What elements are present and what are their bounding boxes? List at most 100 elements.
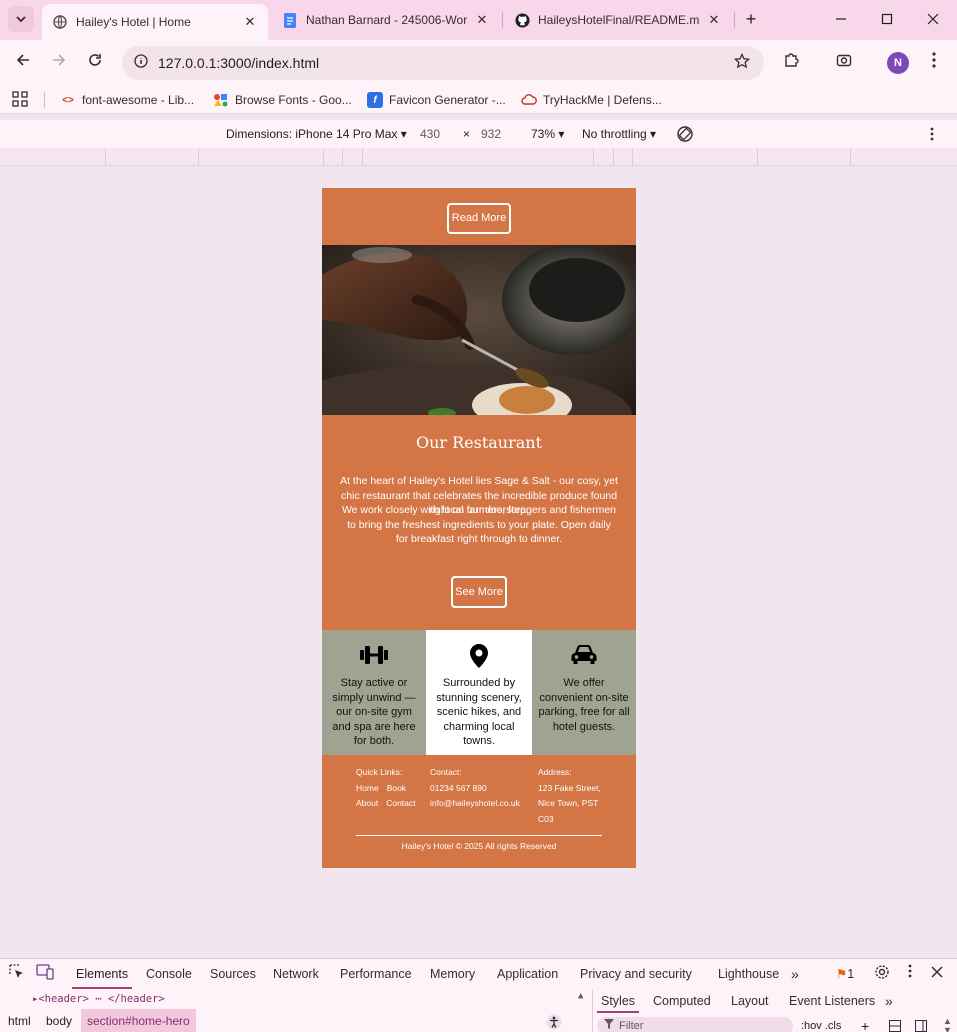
styles-tab-styles[interactable]: Styles: [596, 989, 640, 1013]
read-more-button[interactable]: Read More: [447, 203, 511, 234]
footer-link-about[interactable]: About: [356, 796, 378, 812]
inspect-element-icon[interactable]: [7, 964, 27, 984]
devtools-tab-network[interactable]: Network: [273, 959, 319, 989]
dom-node-header[interactable]: ▸<header> ⋯ </header>: [32, 989, 165, 1009]
throttle-select[interactable]: No throttling ▾: [582, 120, 656, 148]
close-window-button[interactable]: [921, 8, 945, 32]
forward-button[interactable]: [47, 51, 71, 75]
chevron-down-icon: [16, 16, 26, 23]
height-input[interactable]: 932: [481, 120, 501, 148]
tab-github[interactable]: HaileysHotelFinal/README.md ✕: [504, 4, 732, 36]
minimize-button[interactable]: [829, 8, 853, 32]
close-icon[interactable]: ✕: [474, 12, 490, 28]
ruler-tick: [613, 148, 614, 166]
styles-tab-computed[interactable]: Computed: [653, 989, 711, 1013]
styles-tab-layout[interactable]: Layout: [731, 989, 769, 1013]
rotate-icon[interactable]: [676, 125, 694, 148]
devtools-tab-elements[interactable]: Elements: [71, 959, 133, 989]
zoom-select[interactable]: 73% ▾: [531, 120, 564, 148]
add-rule-icon[interactable]: +: [861, 1017, 869, 1032]
tab-docs[interactable]: Nathan Barnard - 245006-Wor ✕: [272, 4, 500, 36]
ruler-tick: [105, 148, 106, 166]
devtools-menu-icon[interactable]: [900, 964, 920, 984]
new-tab-button[interactable]: +: [740, 8, 762, 30]
maximize-icon: [881, 13, 893, 25]
bookmark-font-awesome[interactable]: <> font-awesome - Lib...: [60, 86, 194, 114]
more-tabs-icon[interactable]: »: [791, 959, 799, 989]
apps-grid-icon[interactable]: [12, 91, 30, 109]
see-more-button[interactable]: See More: [451, 576, 507, 608]
bookmarks-bar: <> font-awesome - Lib... Browse Fonts - …: [0, 86, 957, 114]
styles-tab-event-listeners[interactable]: Event Listeners: [789, 989, 875, 1013]
footer-link-contact[interactable]: Contact: [386, 796, 415, 812]
width-input[interactable]: 430: [420, 120, 440, 148]
ruler-tick: [362, 148, 363, 166]
feature-text: Stay active or simply unwind — our on-si…: [332, 677, 416, 747]
devtools-tab-sources[interactable]: Sources: [210, 959, 256, 989]
breadcrumb-body[interactable]: body: [40, 1009, 78, 1032]
bookmark-favicon-generator[interactable]: f Favicon Generator -...: [367, 86, 506, 114]
devtools-tab-lighthouse[interactable]: Lighthouse: [718, 959, 779, 989]
profile-avatar[interactable]: N: [887, 52, 909, 74]
bookmark-label: Favicon Generator -...: [389, 93, 506, 107]
device-mode-icon[interactable]: [35, 964, 55, 984]
devtools-tab-console[interactable]: Console: [146, 959, 192, 989]
bookmark-star-icon[interactable]: [733, 52, 751, 74]
arrow-left-icon: [16, 54, 29, 66]
footer-link-home[interactable]: Home: [356, 781, 379, 797]
scroll-arrows-icon[interactable]: ▲ ▼: [943, 1017, 952, 1032]
maximize-button[interactable]: [875, 8, 899, 32]
scroll-arrows-icon[interactable]: ▲: [578, 991, 583, 1001]
accessibility-icon[interactable]: [540, 1009, 568, 1032]
menu-button[interactable]: [922, 51, 946, 75]
devtools-tab-memory[interactable]: Memory: [430, 959, 475, 989]
media-query-bar[interactable]: [0, 148, 957, 166]
close-devtools-icon[interactable]: [927, 964, 947, 984]
restaurant-heading: Our Restaurant: [415, 433, 543, 452]
device-toolbar-menu-icon[interactable]: [930, 127, 934, 144]
ruler-tick: [323, 148, 324, 166]
tab-home[interactable]: Hailey's Hotel | Home ✕: [42, 4, 268, 40]
url-text[interactable]: 127.0.0.1:3000/index.html: [158, 46, 319, 80]
bookmark-tryhackme[interactable]: TryHackMe | Defens...: [521, 86, 662, 114]
breadcrumb-html[interactable]: html: [2, 1009, 37, 1032]
address-bar[interactable]: 127.0.0.1:3000/index.html: [122, 46, 764, 80]
tab-strip: Hailey's Hotel | Home ✕ Nathan Barnard -…: [0, 0, 957, 40]
chef-plating-image: [322, 245, 636, 415]
dom-tree[interactable]: ▸<header> ⋯ </header> ▲: [0, 989, 590, 1009]
tab-search-button[interactable]: [8, 6, 34, 32]
styles-pane: Styles Computed Layout Event Listeners »…: [592, 989, 957, 1032]
back-button[interactable]: [11, 51, 35, 75]
bookmark-google-fonts[interactable]: Browse Fonts - Goo...: [213, 86, 352, 114]
close-icon[interactable]: ✕: [242, 14, 258, 30]
devtools-tab-application[interactable]: Application: [497, 959, 558, 989]
devtools-tab-bar: Elements Console Sources Network Perform…: [0, 959, 957, 989]
filter-placeholder: Filter: [619, 1020, 644, 1032]
close-icon[interactable]: ✕: [706, 12, 722, 28]
footer-email[interactable]: info@haileyshotel.co.uk: [430, 796, 520, 812]
more-vertical-icon: [932, 52, 936, 68]
device-label: Dimensions: iPhone 14 Pro Max: [226, 127, 398, 141]
devtools-tab-privacy[interactable]: Privacy and security: [580, 959, 692, 989]
breadcrumb-section[interactable]: section#home-hero: [81, 1009, 196, 1032]
hov-cls-toggles[interactable]: :hov .cls: [801, 1017, 841, 1032]
device-select[interactable]: Dimensions: iPhone 14 Pro Max ▾: [226, 120, 407, 148]
dumbbell-icon: [322, 644, 426, 668]
lens-button[interactable]: [832, 51, 856, 75]
devtools-tab-performance[interactable]: Performance: [340, 959, 412, 989]
reload-button[interactable]: [83, 51, 107, 75]
car-icon: [532, 644, 636, 668]
site-info-icon[interactable]: [132, 54, 150, 72]
computed-sidebar-icon[interactable]: [889, 1020, 901, 1032]
issues-badge[interactable]: ⚑1: [836, 959, 854, 989]
styles-filter-input[interactable]: Filter: [597, 1017, 793, 1032]
more-styles-tabs-icon[interactable]: »: [885, 989, 893, 1013]
restaurant-photo: [322, 245, 636, 415]
footer-phone[interactable]: 01234 567 890: [430, 781, 520, 797]
footer-link-book[interactable]: Book: [387, 781, 406, 797]
feature-text: We offer convenient on-site parking, fre…: [538, 677, 630, 733]
ruler-tick: [198, 148, 199, 166]
settings-gear-icon[interactable]: [872, 964, 892, 984]
extensions-button[interactable]: [779, 51, 803, 75]
toggle-sidebar-icon[interactable]: [915, 1020, 927, 1032]
